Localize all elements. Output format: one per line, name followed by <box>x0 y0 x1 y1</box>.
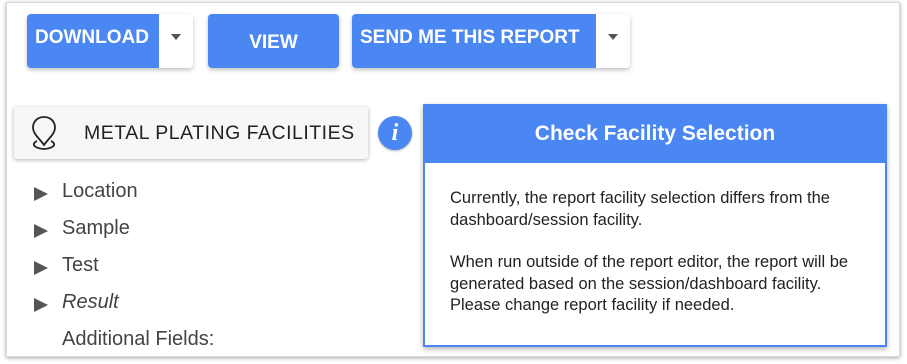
tree-item-label: Test <box>62 254 99 276</box>
popup-title: Check Facility Selection <box>423 104 887 163</box>
download-dropdown-toggle[interactable] <box>159 14 193 68</box>
tree-item-sample[interactable]: Sample <box>34 210 214 247</box>
tree-item-test[interactable]: Test <box>34 247 214 284</box>
location-pin-icon <box>32 116 56 150</box>
send-report-button-group: SEND ME THIS REPORT <box>352 14 630 68</box>
info-icon[interactable]: i <box>378 116 412 150</box>
tree-item-label: Result <box>62 291 119 313</box>
download-button-group: DOWNLOAD <box>27 14 193 68</box>
expand-arrow-icon <box>34 186 48 201</box>
popup-paragraph-2: When run outside of the report editor, t… <box>450 253 849 314</box>
additional-fields-label: Additional Fields: <box>62 328 215 350</box>
expand-arrow-icon <box>34 223 48 238</box>
expand-arrow-icon <box>34 260 48 275</box>
send-me-this-report-button[interactable]: SEND ME THIS REPORT <box>352 14 596 68</box>
view-button-group: VIEW <box>208 14 339 68</box>
popup-paragraph-1: Currently, the report facility selection… <box>450 189 830 229</box>
send-report-dropdown-toggle[interactable] <box>596 14 630 68</box>
check-facility-popup: Check Facility Selection Currently, the … <box>423 104 887 347</box>
tree-item-result[interactable]: Result <box>34 284 214 321</box>
tree-item-label: Sample <box>62 217 130 239</box>
chevron-down-icon <box>608 34 618 40</box>
tree-item-label: Location <box>62 180 138 202</box>
expand-arrow-icon <box>34 297 48 312</box>
chevron-down-icon <box>171 34 181 40</box>
view-button[interactable]: VIEW <box>208 14 339 68</box>
field-tree: Location Sample Test Result Additional F… <box>34 173 214 358</box>
facility-selector[interactable]: METAL PLATING FACILITIES <box>14 107 368 159</box>
popup-body: Currently, the report facility selection… <box>425 163 885 317</box>
tree-item-location[interactable]: Location <box>34 173 214 210</box>
facility-label: METAL PLATING FACILITIES <box>84 121 355 144</box>
download-button[interactable]: DOWNLOAD <box>27 14 159 68</box>
